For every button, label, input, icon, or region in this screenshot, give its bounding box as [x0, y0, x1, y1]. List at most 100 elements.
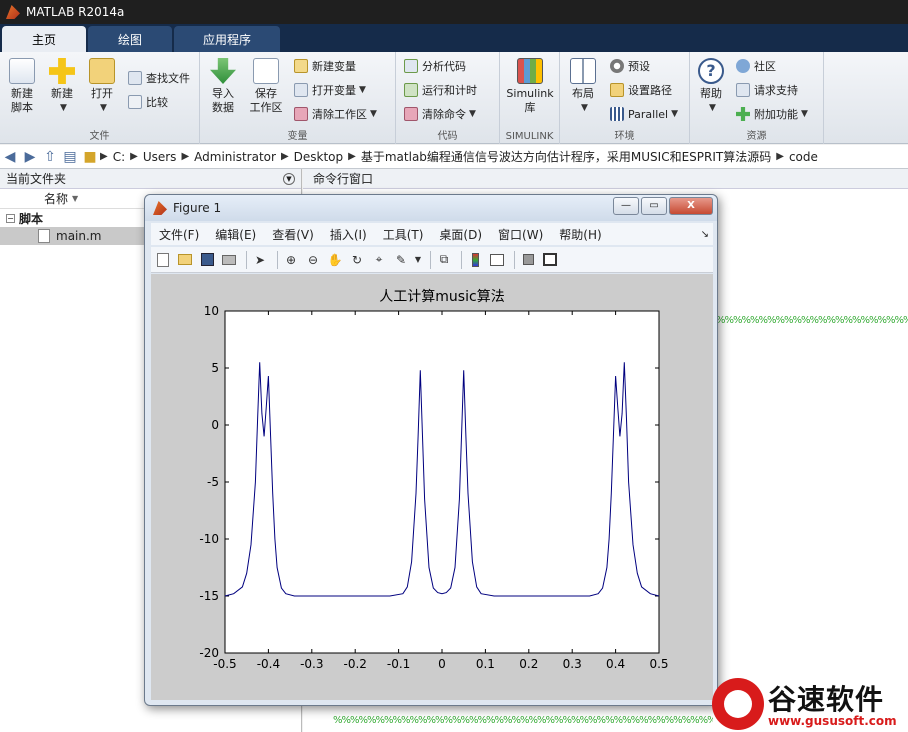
- crumb-administrator[interactable]: Administrator: [189, 150, 281, 164]
- breadcrumb: ▶ C: ▶ Users ▶ Administrator ▶ Desktop ▶…: [100, 148, 823, 165]
- rotate-3d-icon[interactable]: ↻: [348, 251, 366, 269]
- menu-window[interactable]: 窗口(W): [490, 226, 551, 243]
- clear-commands-button[interactable]: 清除命令 ▼: [404, 104, 476, 124]
- parallel-button[interactable]: Parallel ▼: [610, 104, 678, 124]
- figure-window[interactable]: Figure 1 — ▭ X 文件(F) 编辑(E) 查看(V) 插入(I) 工…: [144, 194, 718, 706]
- request-support-button[interactable]: 请求支持: [736, 80, 798, 100]
- import-data-label: 导入 数据: [212, 87, 234, 114]
- menu-tools[interactable]: 工具(T): [375, 226, 432, 243]
- find-files-button[interactable]: 查找文件: [128, 68, 190, 88]
- open-variable-icon: [294, 83, 308, 97]
- maximize-button[interactable]: ▭: [641, 197, 667, 215]
- tab-home[interactable]: 主页: [2, 26, 86, 52]
- run-and-time-icon: [404, 83, 418, 97]
- compare-icon: [128, 95, 142, 109]
- insert-colorbar-icon[interactable]: [466, 251, 484, 269]
- data-cursor-icon[interactable]: ⌖: [370, 251, 388, 269]
- tab-apps[interactable]: 应用程序: [174, 26, 280, 52]
- open-file-icon[interactable]: [176, 251, 194, 269]
- menu-view[interactable]: 查看(V): [264, 226, 322, 243]
- zoom-out-icon[interactable]: ⊖: [304, 251, 322, 269]
- import-data-button[interactable]: 导入 数据: [204, 58, 242, 115]
- x-tick-label: 0.1: [476, 657, 495, 671]
- new-button[interactable]: 新建 ▼: [43, 58, 81, 115]
- show-plot-tools-icon[interactable]: [541, 251, 559, 269]
- menu-edit[interactable]: 编辑(E): [207, 226, 264, 243]
- run-and-time-button[interactable]: 运行和计时: [404, 80, 477, 100]
- plus-icon: [49, 58, 75, 84]
- simulink-library-button[interactable]: Simulink 库: [504, 58, 556, 115]
- crumb-users[interactable]: Users: [138, 150, 182, 164]
- menu-file[interactable]: 文件(F): [151, 226, 207, 243]
- request-support-label: 请求支持: [754, 84, 798, 97]
- y-tick-label: -15: [199, 589, 219, 603]
- open-variable-button[interactable]: 打开变量 ▼: [294, 80, 366, 100]
- x-tick-label: 0: [438, 657, 446, 671]
- panel-options-icon[interactable]: ▼: [283, 172, 295, 185]
- print-figure-icon[interactable]: [220, 251, 238, 269]
- community-button[interactable]: 社区: [736, 56, 776, 76]
- breadcrumb-separator-icon: ▶: [348, 151, 356, 162]
- add-ons-button[interactable]: 附加功能 ▼: [736, 104, 808, 124]
- back-arrow-icon[interactable]: ◀: [0, 149, 20, 165]
- menu-help[interactable]: 帮助(H): [551, 226, 609, 243]
- menu-desktop[interactable]: 桌面(D): [431, 226, 490, 243]
- matlab-logo-icon: [6, 5, 20, 19]
- new-figure-icon[interactable]: [154, 251, 172, 269]
- new-variable-button[interactable]: 新建变量: [294, 56, 356, 76]
- collapse-icon[interactable]: −: [6, 213, 15, 223]
- browse-folder-icon[interactable]: ▤: [60, 149, 80, 165]
- help-question-icon: ?: [698, 58, 724, 84]
- request-support-icon: [736, 83, 750, 97]
- y-tick-label: -10: [199, 532, 219, 546]
- save-workspace-button[interactable]: 保存 工作区: [244, 58, 288, 115]
- layout-button[interactable]: 布局 ▼: [564, 58, 602, 115]
- current-folder-title: 当前文件夹: [6, 172, 67, 186]
- x-tick-label: -0.2: [343, 657, 366, 671]
- breadcrumb-separator-icon: ▶: [130, 151, 138, 162]
- toolbar-separator: [514, 250, 515, 269]
- clear-workspace-button[interactable]: 清除工作区 ▼: [294, 104, 377, 124]
- up-folder-icon[interactable]: ⇧: [40, 149, 60, 165]
- new-script-button[interactable]: 新建 脚本: [3, 58, 41, 115]
- x-tick-label: -0.1: [387, 657, 410, 671]
- x-tick-label: 0.5: [649, 657, 668, 671]
- edit-plot-cursor-icon[interactable]: ➤: [251, 251, 269, 269]
- insert-legend-icon[interactable]: [488, 251, 506, 269]
- dock-arrow-icon[interactable]: ↘: [701, 229, 709, 240]
- toolbar-separator: [246, 250, 247, 269]
- crumb-code[interactable]: code: [784, 150, 823, 164]
- hide-plot-tools-icon[interactable]: [519, 251, 537, 269]
- set-path-icon: [610, 83, 624, 97]
- tab-plots[interactable]: 绘图: [88, 26, 172, 52]
- forward-arrow-icon[interactable]: ▶: [20, 149, 40, 165]
- open-button[interactable]: 打开 ▼: [83, 58, 121, 115]
- menu-insert[interactable]: 插入(I): [322, 226, 375, 243]
- crumb-desktop[interactable]: Desktop: [289, 150, 349, 164]
- close-button[interactable]: X: [669, 197, 713, 215]
- music-spectrum-plot[interactable]: 人工计算music算法 -0.5 -0.4 -0.3 -0.2 -0.1 0 0.1 0.2 0…: [151, 274, 713, 700]
- group-simulink-label: SIMULINK: [505, 131, 554, 142]
- help-button[interactable]: ? 帮助 ▼: [692, 58, 730, 115]
- clear-commands-label: 清除命令: [422, 108, 466, 121]
- pan-hand-icon[interactable]: ✋: [326, 251, 344, 269]
- minimize-button[interactable]: —: [613, 197, 639, 215]
- save-figure-icon[interactable]: [198, 251, 216, 269]
- figure-canvas[interactable]: 人工计算music算法 -0.5 -0.4 -0.3 -0.2 -0.1 0 0.1 0.2 0…: [151, 274, 713, 700]
- workspace-icon: [253, 58, 279, 84]
- link-plot-icon[interactable]: ⧉: [435, 251, 453, 269]
- compare-button[interactable]: 比较: [128, 92, 168, 112]
- preferences-button[interactable]: 预设: [610, 56, 650, 76]
- chevron-down-icon: ▼: [709, 103, 716, 113]
- brush-icon[interactable]: ✎: [392, 251, 410, 269]
- crumb-drive[interactable]: C:: [108, 150, 130, 164]
- zoom-in-icon[interactable]: ⊕: [282, 251, 300, 269]
- analyze-code-button[interactable]: 分析代码: [404, 56, 466, 76]
- toolbar-separator: [430, 250, 431, 269]
- set-path-button[interactable]: 设置路径: [610, 80, 672, 100]
- chevron-down-icon[interactable]: ▼: [414, 251, 422, 269]
- current-folder-header: 当前文件夹 ▼: [0, 169, 301, 189]
- file-item-main[interactable]: main.m: [0, 227, 150, 245]
- crumb-project[interactable]: 基于matlab编程通信信号波达方向估计程序，采用MUSIC和ESPRIT算法源…: [356, 148, 776, 165]
- new-script-label: 新建 脚本: [11, 87, 33, 114]
